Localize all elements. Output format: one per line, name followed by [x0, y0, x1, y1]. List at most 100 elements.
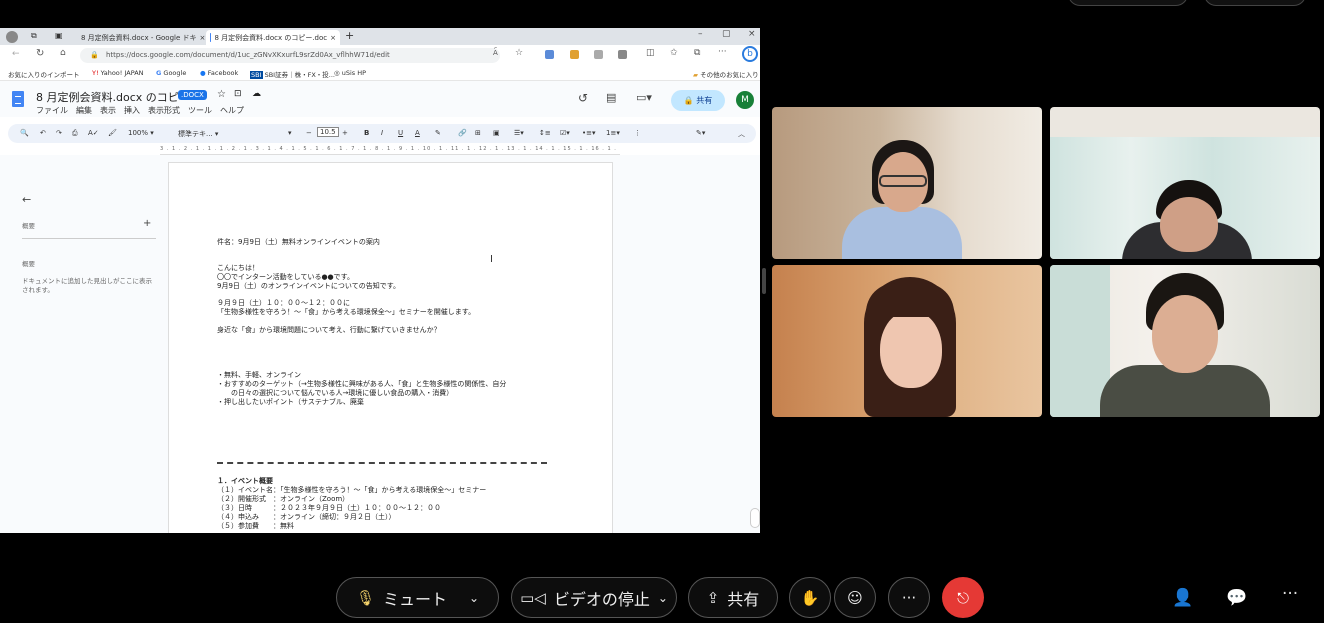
more-options-icon[interactable]: ⋮ [634, 129, 641, 137]
cloud-status-icon[interactable]: ☁ [252, 89, 261, 99]
bookmark-usis[interactable]: ◎ uSis HP [334, 69, 366, 77]
leave-meeting-button[interactable]: ⎋ [942, 577, 984, 618]
account-avatar[interactable]: M [736, 91, 754, 109]
back-arrow-icon[interactable]: ← [22, 193, 31, 206]
workspaces-icon[interactable]: ⧉ [31, 31, 37, 41]
bookmark-sbi[interactable]: SBI SBI証券｜株・FX・投... [250, 69, 335, 79]
meet-icon[interactable]: ▭▾ [636, 91, 652, 104]
redo-icon[interactable]: ↷ [56, 129, 62, 137]
close-window-icon[interactable]: × [748, 29, 756, 39]
print-icon[interactable]: ⎙ [72, 129, 78, 138]
chevron-down-icon[interactable]: ⌄ [658, 591, 668, 605]
more-icon[interactable]: ··· [718, 47, 727, 57]
close-icon[interactable]: × [200, 34, 206, 42]
bookmark-import[interactable]: お気に入りのインポート [8, 69, 80, 79]
home-icon[interactable]: ⌂ [60, 48, 66, 58]
bullet-list-icon[interactable]: •≡▾ [582, 129, 596, 137]
history-icon[interactable]: ↺ [578, 91, 588, 105]
participants-icon[interactable]: 👤 [1172, 588, 1193, 608]
split-divider[interactable] [762, 268, 766, 294]
bookmark-other[interactable]: ▰ その他のお気に入り [693, 69, 759, 79]
minimize-icon[interactable]: – [698, 29, 703, 39]
top-control-pill[interactable] [1068, 0, 1188, 6]
stop-video-button[interactable]: ▭◁ ビデオの停止 ⌄ [511, 577, 677, 618]
restore-icon[interactable]: ▢ [722, 29, 731, 39]
profile-icon[interactable] [6, 31, 18, 43]
underline-icon[interactable]: U [398, 129, 403, 137]
collections-icon[interactable]: ⧉ [694, 48, 700, 58]
highlight-icon[interactable]: ✎ [435, 129, 441, 137]
menu-file[interactable]: ファイル [36, 105, 68, 116]
extension-icon[interactable] [594, 50, 603, 59]
extension-icon[interactable] [618, 50, 627, 59]
back-icon[interactable]: ← [12, 49, 20, 59]
read-aloud-icon[interactable]: A᷇ [493, 49, 498, 57]
tab-original-doc[interactable]: 8 月定例会資料.docx - Google ドキ × [74, 30, 206, 45]
document-title[interactable]: 8 月定例会資料.docx のコピー [36, 89, 190, 105]
link-icon[interactable]: 🔗 [458, 129, 467, 137]
insert-image-icon[interactable]: ▣ [493, 129, 500, 137]
chevron-down-icon[interactable]: ⌄ [469, 591, 479, 605]
decrease-font-icon[interactable]: − [306, 129, 312, 137]
move-folder-icon[interactable]: ⊡ [234, 89, 242, 99]
menu-view[interactable]: 表示 [100, 105, 116, 116]
numbered-list-icon[interactable]: 1≡▾ [606, 129, 620, 137]
star-icon[interactable]: ☆ [217, 89, 226, 100]
insert-comment-icon[interactable]: ⊞ [475, 129, 481, 137]
align-icon[interactable]: ☰▾ [514, 129, 524, 137]
scroll-handle[interactable] [750, 508, 760, 528]
reactions-button[interactable]: ☺ [834, 577, 876, 618]
share-button[interactable]: 🔒 共有 [671, 90, 725, 111]
tab-actions-icon[interactable]: ▣ [55, 31, 63, 40]
comments-icon[interactable]: ▤ [606, 91, 616, 104]
menu-insert[interactable]: 挿入 [124, 105, 140, 116]
add-summary-icon[interactable]: + [143, 218, 151, 229]
more-options-button[interactable]: ··· [888, 577, 930, 618]
split-screen-icon[interactable]: ◫ [646, 48, 655, 58]
bold-icon[interactable]: B [364, 129, 369, 137]
bing-icon[interactable]: b [742, 46, 758, 62]
top-control-pill[interactable] [1204, 0, 1306, 6]
paint-format-icon[interactable]: 🖌 [108, 129, 117, 137]
extension-icon[interactable] [545, 50, 554, 59]
close-icon[interactable]: × [330, 34, 336, 42]
document-page[interactable]: 件名：9月9日（土）無料オンラインイベントの案内 こんにちは！ 〇〇でインターン… [168, 162, 613, 533]
undo-icon[interactable]: ↶ [40, 129, 46, 137]
video-tile[interactable] [772, 107, 1042, 259]
video-tile[interactable] [772, 265, 1042, 417]
collapse-toolbar-icon[interactable]: ︿ [738, 129, 745, 139]
reload-icon[interactable]: ↻ [36, 48, 44, 59]
video-tile[interactable] [1050, 107, 1320, 259]
bookmark-yahoo[interactable]: Y! Yahoo! JAPAN [92, 69, 144, 77]
url-input[interactable]: 🔒 https://docs.google.com/document/d/1uc… [80, 48, 500, 63]
favorite-star-icon[interactable]: ☆ [515, 48, 523, 58]
text-color-icon[interactable]: A [415, 129, 420, 137]
menu-help[interactable]: ヘルプ [220, 105, 244, 116]
line-spacing-icon[interactable]: ↕≡ [539, 129, 551, 137]
video-tile[interactable] [1050, 265, 1320, 417]
increase-font-icon[interactable]: + [342, 129, 348, 137]
bookmark-google[interactable]: G Google [156, 69, 186, 77]
more-icon[interactable]: ··· [1282, 584, 1298, 604]
italic-icon[interactable]: I [381, 129, 383, 137]
chat-icon[interactable]: 💬 [1226, 588, 1247, 608]
ruler[interactable]: 3 . 1 . 2 . 1 . 1 . 1 . 2 . 1 . 3 . 1 . … [160, 146, 620, 155]
menu-format[interactable]: 表示形式 [148, 105, 180, 116]
font-size-input[interactable]: 10.5 [317, 127, 339, 137]
bookmark-facebook[interactable]: ● Facebook [200, 69, 238, 77]
share-screen-button[interactable]: ⇪ 共有 [688, 577, 778, 618]
menu-tools[interactable]: ツール [188, 105, 212, 116]
docs-logo-icon[interactable] [12, 91, 24, 107]
extension-icon[interactable] [570, 50, 579, 59]
new-tab-button[interactable]: + [345, 29, 354, 42]
mute-button[interactable]: 🎙 ミュート ⌄ [336, 577, 499, 618]
editing-mode-icon[interactable]: ✎▾ [696, 129, 705, 137]
zoom-select[interactable]: 100% ▾ [128, 129, 154, 137]
spellcheck-icon[interactable]: A✓ [88, 129, 99, 137]
search-icon[interactable]: 🔍 [20, 129, 29, 137]
raise-hand-button[interactable]: ✋ [789, 577, 831, 618]
menu-edit[interactable]: 編集 [76, 105, 92, 116]
tab-copy-doc[interactable]: 8 月定例会資料.docx のコピー.doc × [206, 30, 340, 45]
favorites-icon[interactable]: ✩ [670, 48, 678, 58]
style-select[interactable]: 標準テキ... ▾ [178, 129, 218, 139]
